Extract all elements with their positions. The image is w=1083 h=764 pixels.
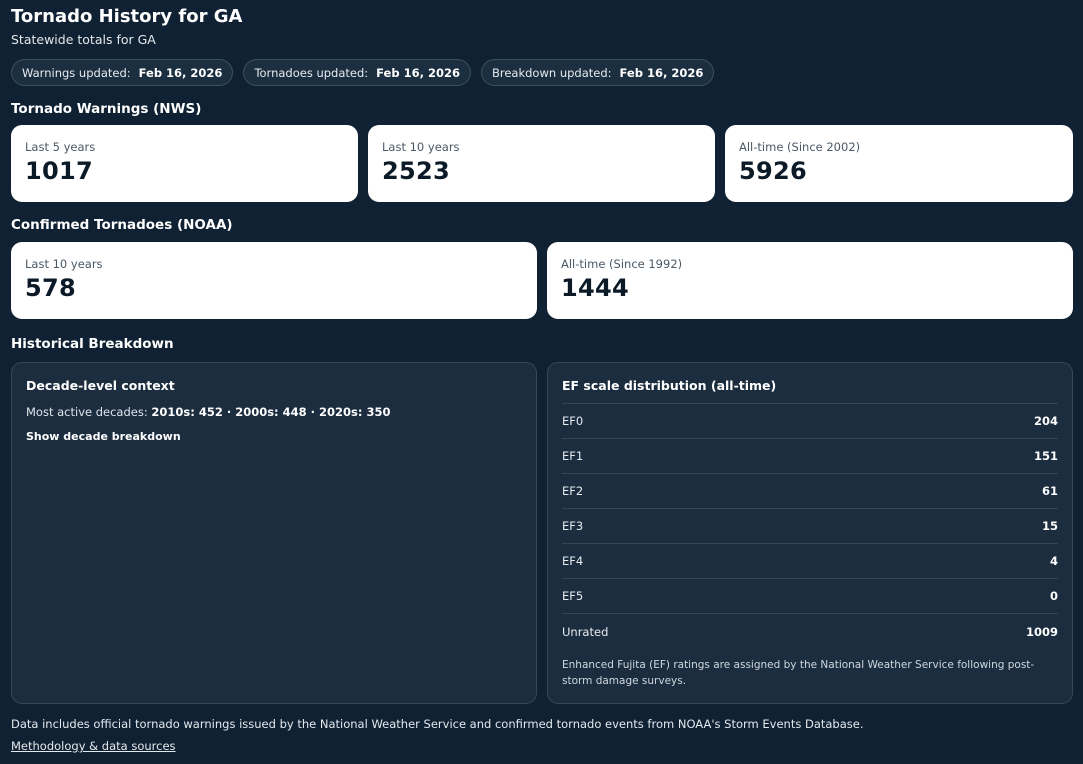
methodology-link[interactable]: Methodology & data sources: [11, 739, 176, 753]
ef-row-ef2: EF2 61: [562, 474, 1058, 509]
ef-label: EF2: [562, 484, 584, 498]
page-subtitle: Statewide totals for GA: [11, 32, 156, 47]
stat-value: 5926: [739, 157, 807, 185]
stat-card-tornadoes-10yr: Last 10 years 578: [11, 242, 537, 319]
ef-row-ef0: EF0 204: [562, 404, 1058, 439]
breakdown-updated-chip: Breakdown updated: Feb 16, 2026: [480, 59, 715, 86]
ef-value: 1009: [1025, 624, 1058, 639]
stat-card-warnings-alltime: All-time (Since 2002) 5926: [725, 125, 1073, 202]
stat-value: 1017: [25, 157, 93, 185]
tornadoes-heading: Confirmed Tornadoes (NOAA): [11, 217, 233, 233]
stat-label: Last 10 years: [382, 140, 460, 154]
decade-panel: Decade-level context Most active decades…: [11, 362, 537, 704]
stat-label: All-time (Since 2002): [739, 140, 861, 154]
most-active-decades: Most active decades: 2010s: 452 · 2000s:…: [26, 405, 522, 419]
ef-row-ef4: EF4 4: [562, 544, 1058, 579]
stat-value: 578: [25, 274, 76, 302]
ef-row-ef3: EF3 15: [562, 509, 1058, 544]
warnings-updated-chip: Warnings updated: Feb 16, 2026: [11, 59, 234, 86]
stat-card-warnings-5yr: Last 5 years 1017: [11, 125, 358, 202]
ef-panel: EF scale distribution (all-time) EF0 204…: [547, 362, 1073, 704]
update-chips: Warnings updated: Feb 16, 2026 Tornadoes…: [11, 59, 715, 86]
ef-value: 0: [1049, 589, 1058, 603]
decades-summary: 2010s: 452 · 2000s: 448 · 2020s: 350: [151, 405, 391, 419]
chip-value: Feb 16, 2026: [376, 65, 460, 80]
stat-label: All-time (Since 1992): [561, 257, 683, 271]
chip-value: Feb 16, 2026: [619, 65, 704, 80]
chip-label: Warnings updated:: [22, 65, 131, 80]
tornadoes-updated-chip: Tornadoes updated: Feb 16, 2026: [243, 59, 471, 86]
ef-table: EF0 204 EF1 151 EF2 61 EF3 15 EF4 4 EF5 …: [562, 403, 1058, 649]
stat-label: Last 10 years: [25, 257, 103, 271]
ef-value: 4: [1049, 554, 1058, 568]
ef-label: EF3: [562, 519, 584, 533]
page-title: Tornado History for GA: [11, 6, 243, 27]
stat-card-tornadoes-alltime: All-time (Since 1992) 1444: [547, 242, 1073, 319]
breakdown-heading: Historical Breakdown: [11, 336, 174, 352]
ef-label: EF5: [562, 589, 584, 603]
ef-value: 15: [1041, 519, 1058, 533]
ef-value: 151: [1033, 449, 1058, 463]
chip-label: Breakdown updated:: [491, 65, 612, 80]
ef-note: Enhanced Fujita (EF) ratings are assigne…: [562, 659, 1035, 687]
ef-value: 61: [1041, 484, 1058, 498]
stat-label: Last 5 years: [25, 140, 96, 154]
ef-label: EF4: [562, 554, 584, 568]
ef-label: EF1: [562, 449, 584, 463]
ef-row-unrated: Unrated 1009: [562, 614, 1058, 649]
ef-row-ef5: EF5 0: [562, 579, 1058, 614]
decade-panel-title: Decade-level context: [26, 378, 175, 393]
footer-note: Data includes official tornado warnings …: [11, 717, 864, 731]
ef-value: 204: [1033, 414, 1058, 428]
stat-card-warnings-10yr: Last 10 years 2523: [368, 125, 715, 202]
stat-value: 2523: [382, 157, 450, 185]
ef-panel-title: EF scale distribution (all-time): [562, 378, 777, 393]
show-decade-breakdown-toggle[interactable]: Show decade breakdown: [26, 430, 522, 443]
ef-label: Unrated: [562, 624, 609, 639]
warnings-heading: Tornado Warnings (NWS): [11, 101, 202, 117]
stat-value: 1444: [561, 274, 629, 302]
ef-row-ef1: EF1 151: [562, 439, 1058, 474]
chip-value: Feb 16, 2026: [138, 65, 223, 80]
chip-label: Tornadoes updated:: [254, 65, 369, 80]
ef-label: EF0: [562, 414, 584, 428]
decades-prefix: Most active decades:: [26, 405, 148, 419]
